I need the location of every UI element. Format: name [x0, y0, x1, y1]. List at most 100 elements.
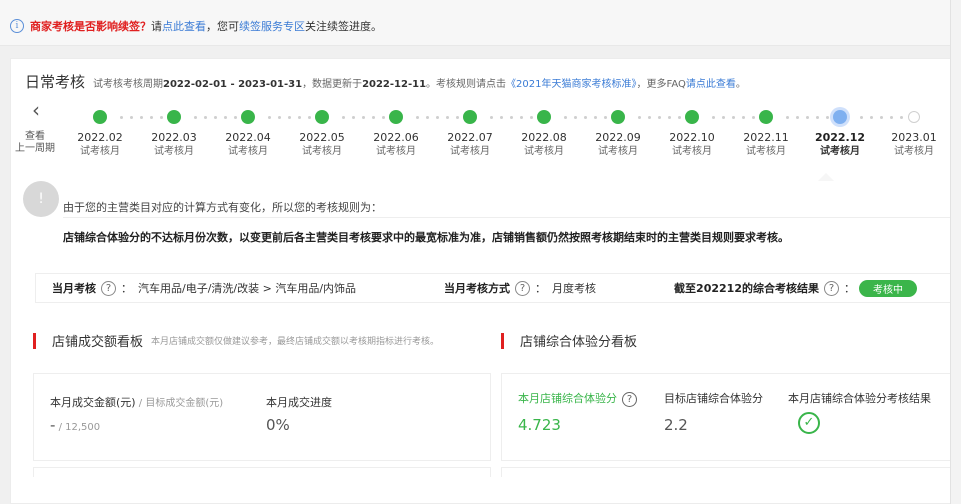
timeline-month-2022.02[interactable]: 2022.02 试考核月 — [65, 131, 135, 159]
page-title: 日常考核 — [25, 73, 86, 91]
timeline-connector — [722, 116, 725, 119]
sales-board-note: 本月店铺成交额仅做建议参考，最终店铺成交额以考核期指标进行考核。 — [151, 337, 440, 347]
timeline-connector — [446, 116, 449, 119]
timeline-connector — [796, 116, 799, 119]
timeline-connector — [826, 116, 829, 119]
timeline-dot-2022.08[interactable] — [537, 110, 551, 124]
category-path: 汽车用品/电子/清洗/改装 > 汽车用品/内饰品 — [138, 282, 357, 295]
divider — [63, 217, 953, 218]
timeline-connector — [234, 116, 237, 119]
timeline-dot-2022.09[interactable] — [611, 110, 625, 124]
timeline-connector — [816, 116, 819, 119]
notice-text: ，您可 — [206, 20, 239, 33]
timeline-month-2022.06[interactable]: 2022.06 试考核月 — [361, 131, 431, 159]
current-month-label: 当月考核 — [52, 282, 96, 295]
score-board-header: 店铺综合体验分看板 — [501, 331, 645, 350]
timeline-connector — [298, 116, 301, 119]
rule-detail: 店铺综合体验分的不达标月份次数，以变更前后各主营类目考核要求中的最宽标准为准，店… — [63, 231, 789, 244]
notice-bar: i 商家考核是否影响续签？ 请 点此查看 ，您可 续签服务专区 关注续签进度。 — [0, 0, 961, 46]
timeline-connector — [268, 116, 271, 119]
amount-value: - / 12,500 — [50, 416, 101, 434]
info-icon: ! — [23, 181, 59, 217]
faq-link[interactable]: 请点此查看 — [686, 79, 736, 90]
timeline-connector — [352, 116, 355, 119]
timeline-dot-2022.11[interactable] — [759, 110, 773, 124]
target-score-value: 2.2 — [664, 416, 688, 434]
card-edge — [33, 467, 491, 477]
accent-bar — [33, 332, 36, 349]
standard-link[interactable]: 《2021年天猫商家考核标准》 — [506, 79, 636, 90]
timeline-connector — [806, 116, 809, 119]
timeline-dot-2022.06[interactable] — [389, 110, 403, 124]
timeline-connector — [342, 116, 345, 119]
timeline-month-2022.05[interactable]: 2022.05 试考核月 — [287, 131, 357, 159]
timeline-connector — [214, 116, 217, 119]
timeline-connector — [732, 116, 735, 119]
timeline-connector — [712, 116, 715, 119]
renewal-zone-link[interactable]: 续签服务专区 — [239, 18, 305, 34]
score-board-title: 店铺综合体验分看板 — [520, 335, 638, 350]
timeline-connector — [500, 116, 503, 119]
timeline-connector — [288, 116, 291, 119]
timeline-dot-2022.07[interactable] — [463, 110, 477, 124]
timeline-connector — [308, 116, 311, 119]
timeline-connector — [890, 116, 893, 119]
previous-period-button[interactable]: 查看 上一周期 — [15, 131, 55, 155]
timeline-connector — [278, 116, 281, 119]
timeline-month-2022.07[interactable]: 2022.07 试考核月 — [435, 131, 505, 159]
sales-card: 本月成交金额(元) / 目标成交金额(元) - / 12,500 本月成交进度 … — [33, 373, 491, 461]
help-icon[interactable]: ? — [101, 280, 116, 296]
timeline-month-2022.03[interactable]: 2022.03 试考核月 — [139, 131, 209, 159]
accent-bar — [501, 332, 504, 349]
timeline-connector — [900, 116, 903, 119]
timeline-month-2022.10[interactable]: 2022.10 试考核月 — [657, 131, 727, 159]
target-score-label: 目标店铺综合体验分 — [664, 392, 763, 405]
timeline-connector — [160, 116, 163, 119]
sales-board-title: 店铺成交额看板 — [52, 335, 144, 350]
timeline-connector — [130, 116, 133, 119]
daily-assessment-panel: 日常考核 试考核考核周期2022-02-01 - 2023-01-31，数据更新… — [10, 58, 956, 504]
timeline-connector — [362, 116, 365, 119]
timeline-dot-2022.02[interactable] — [93, 110, 107, 124]
timeline-month-2022.09[interactable]: 2022.09 试考核月 — [583, 131, 653, 159]
timeline-connector — [530, 116, 533, 119]
timeline-dot-2022.10[interactable] — [685, 110, 699, 124]
notice-lead: 商家考核是否影响续签？ — [30, 20, 151, 33]
month-timeline: 2022.02 试考核月 2022.03 试考核月 2022.04 试考核月 2022.05… — [51, 99, 951, 169]
timeline-connector — [594, 116, 597, 119]
notice-view-link[interactable]: 点此查看 — [162, 18, 206, 34]
timeline-connector — [678, 116, 681, 119]
timeline-connector — [880, 116, 883, 119]
result-label: 截至202212的综合考核结果 — [674, 282, 819, 295]
assessment-header: 日常考核 试考核考核周期2022-02-01 - 2023-01-31，数据更新… — [25, 71, 746, 92]
timeline-connector — [564, 116, 567, 119]
timeline-connector — [120, 116, 123, 119]
timeline-connector — [668, 116, 671, 119]
timeline-month-2022.08[interactable]: 2022.08 试考核月 — [509, 131, 579, 159]
timeline-dot-2022.05[interactable] — [315, 110, 329, 124]
timeline-month-2022.11[interactable]: 2022.11 试考核月 — [731, 131, 801, 159]
timeline-dot-2022.12[interactable] — [833, 110, 847, 124]
timeline-connector — [224, 116, 227, 119]
timeline-connector — [520, 116, 523, 119]
timeline-connector — [372, 116, 375, 119]
timeline-month-2022.04[interactable]: 2022.04 试考核月 — [213, 131, 283, 159]
scrollbar[interactable] — [950, 0, 961, 504]
progress-value: 0% — [266, 416, 290, 434]
timeline-dot-2022.03[interactable] — [167, 110, 181, 124]
timeline-connector — [648, 116, 651, 119]
current-month-bar: 当月考核 ? ： 汽车用品/电子/清洗/改装 > 汽车用品/内饰品 当月考核方式… — [35, 273, 953, 303]
timeline-dot-2023.01[interactable] — [908, 111, 920, 123]
help-icon[interactable]: ? — [622, 392, 637, 407]
timeline-dot-2022.04[interactable] — [241, 110, 255, 124]
timeline-month-2022.12[interactable]: 2022.12 试考核月 — [805, 131, 875, 159]
chevron-left-icon[interactable]: ‹ — [27, 99, 45, 123]
help-icon[interactable]: ? — [515, 280, 531, 296]
help-icon[interactable]: ? — [823, 280, 839, 296]
timeline-month-2023.01[interactable]: 2023.01 试考核月 — [879, 131, 949, 159]
timeline-connector — [426, 116, 429, 119]
method-value: 月度考核 — [552, 282, 597, 295]
timeline-connector — [510, 116, 513, 119]
timeline-connector — [742, 116, 745, 119]
timeline-connector — [456, 116, 459, 119]
